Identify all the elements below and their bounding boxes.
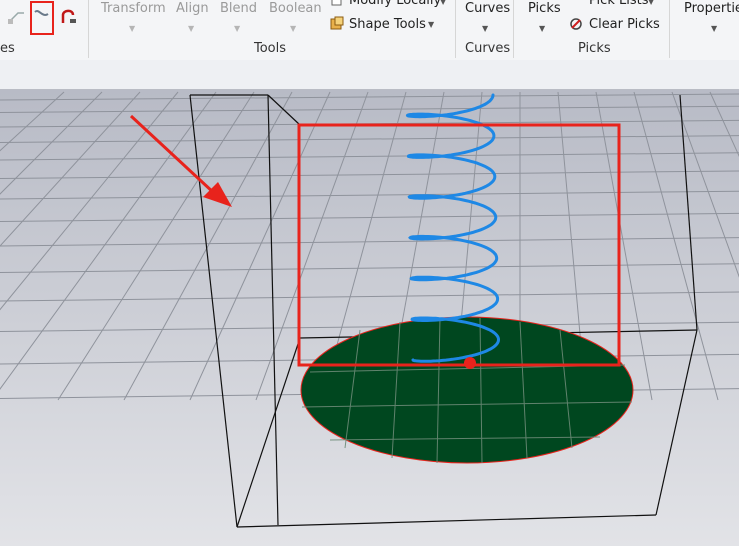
curve-tool-button[interactable] — [30, 1, 54, 35]
clear-picks-icon — [570, 18, 582, 30]
picks-button[interactable]: Picks — [528, 1, 561, 16]
align-button[interactable]: Align — [176, 1, 209, 16]
align-dropdown-icon[interactable]: ▼ — [188, 25, 194, 33]
blend-button[interactable]: Blend — [220, 1, 257, 16]
group-separator — [669, 0, 670, 58]
properties-button[interactable]: Properties — [684, 1, 739, 16]
group-separator — [513, 0, 514, 58]
curves-dropdown-icon[interactable]: ▼ — [482, 25, 488, 33]
pick-lists-button[interactable]: Pick Lists — [589, 0, 648, 8]
curves-button[interactable]: Curves — [465, 1, 510, 16]
pick-point-marker[interactable] — [464, 357, 476, 369]
pick-lists-dropdown-icon[interactable]: ▼ — [648, 0, 654, 6]
group-separator — [88, 0, 89, 58]
modify-locally-icon — [331, 0, 342, 6]
clear-picks-button[interactable]: Clear Picks — [589, 17, 660, 32]
picks-dropdown-icon[interactable]: ▼ — [539, 25, 545, 33]
modify-locally-dropdown-icon[interactable]: ▼ — [440, 0, 446, 6]
curves-group-label: Curves — [465, 41, 511, 56]
transform-button[interactable]: Transform — [101, 1, 166, 16]
shape-tools-icon — [330, 16, 344, 30]
3d-viewport[interactable] — [0, 90, 739, 546]
curve-tool-icon — [34, 10, 49, 16]
disk-surface[interactable] — [300, 316, 634, 464]
edge-tool-icon[interactable] — [6, 5, 28, 27]
ribbon-collapse-strip — [0, 60, 739, 90]
tools-group-label: Tools — [254, 41, 287, 56]
shape-tools-button[interactable]: Shape Tools — [349, 17, 426, 32]
fillet-tool-icon[interactable] — [59, 5, 79, 27]
boolean-button[interactable]: Boolean — [269, 1, 322, 16]
properties-dropdown-icon[interactable]: ▼ — [711, 25, 717, 33]
left-group-label: es — [0, 41, 15, 56]
boolean-dropdown-icon[interactable]: ▼ — [290, 25, 296, 33]
group-separator — [455, 0, 456, 58]
blend-dropdown-icon[interactable]: ▼ — [234, 25, 240, 33]
transform-dropdown-icon[interactable]: ▼ — [129, 25, 135, 33]
viewport-background — [0, 90, 739, 546]
shape-tools-dropdown-icon[interactable]: ▼ — [428, 21, 434, 29]
ribbon-toolbar: es Transform ▼ Align ▼ Blend ▼ Boolean ▼… — [0, 0, 739, 61]
modify-locally-button[interactable]: Modify Locally — [349, 0, 441, 8]
picks-group-label: Picks — [578, 41, 611, 56]
